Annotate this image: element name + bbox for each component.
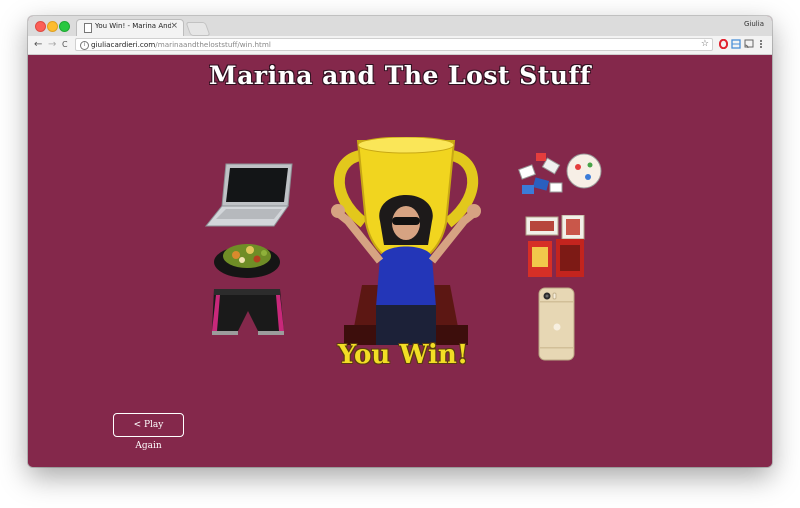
close-window-button[interactable] <box>35 21 46 32</box>
url-host: giuliacardieri.com <box>91 40 156 49</box>
trophy-image <box>331 137 481 345</box>
extension-icon[interactable] <box>731 39 741 53</box>
menu-icon[interactable] <box>759 39 763 53</box>
tab-close-icon[interactable]: × <box>170 21 178 31</box>
reload-button[interactable]: C <box>62 37 68 53</box>
tab-title: You Win! - Marina And The <box>95 22 171 30</box>
cast-icon[interactable] <box>744 39 754 53</box>
back-button[interactable]: ← <box>34 37 42 53</box>
maximize-window-button[interactable] <box>59 21 70 32</box>
address-bar[interactable]: i giuliacardieri.com/marinaandtheloststu… <box>75 38 713 51</box>
browser-toolbar: ← → C i giuliacardieri.com/marinaandthel… <box>28 36 772 55</box>
erasers-image <box>518 153 602 194</box>
forward-button[interactable]: → <box>48 37 56 53</box>
salad-image <box>214 244 280 278</box>
tab-active[interactable]: You Win! - Marina And The × <box>76 19 184 36</box>
opera-icon[interactable] <box>718 38 729 53</box>
star-icon[interactable]: ☆ <box>701 39 709 49</box>
game-page: Marina and The Lost Stuff You Win! < Pla… <box>28 55 772 467</box>
new-tab-button[interactable] <box>185 22 211 36</box>
document-icon <box>84 23 92 33</box>
profile-name[interactable]: Giulia <box>744 20 764 28</box>
url-path: /marinaandtheloststuff/win.html <box>155 40 271 49</box>
candy-boxes-image <box>525 215 585 277</box>
tab-strip: You Win! - Marina And The × Giulia <box>28 16 772 37</box>
minimize-window-button[interactable] <box>47 21 58 32</box>
play-again-button[interactable]: < Play Again <box>113 413 184 451</box>
laptop-image <box>204 163 293 227</box>
info-icon[interactable]: i <box>80 41 89 50</box>
url-text: giuliacardieri.com/marinaandtheloststuff… <box>91 40 271 49</box>
browser-window: You Win! - Marina And The × Giulia ← → C… <box>28 16 772 467</box>
win-message: You Win! <box>337 340 469 370</box>
shorts-image <box>212 289 284 335</box>
iphone-image <box>538 287 575 361</box>
page-title: Marina and The Lost Stuff <box>209 61 591 90</box>
